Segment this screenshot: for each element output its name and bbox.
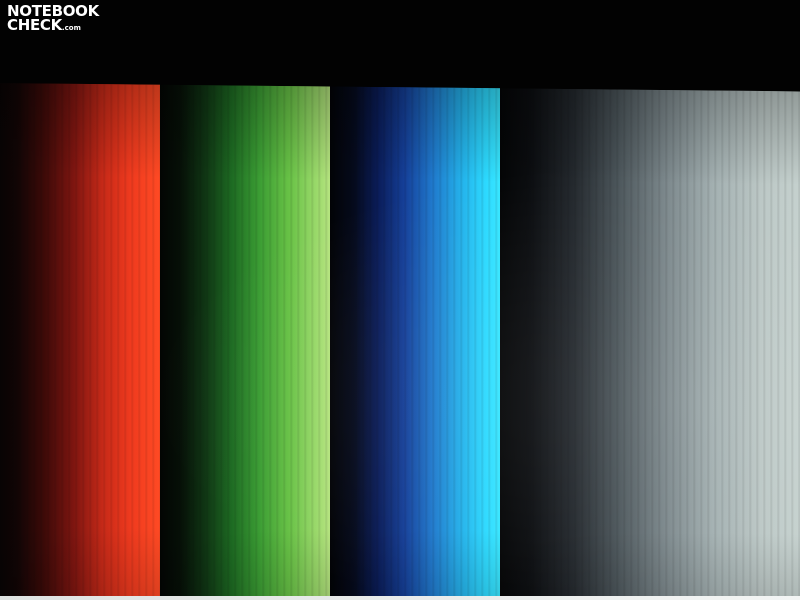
vignette-overlay <box>0 83 160 600</box>
watermark-line2-text: CHECK <box>7 16 62 34</box>
vignette-overlay <box>330 86 500 600</box>
monitor-photo: NOTEBOOK CHECK.com <box>0 0 800 600</box>
gray-gradient-bar <box>500 88 800 600</box>
notebookcheck-watermark: NOTEBOOK CHECK.com <box>7 4 99 35</box>
red-gradient-bar <box>0 83 160 600</box>
watermark-line2: CHECK.com <box>7 18 99 35</box>
bottom-bezel-edge <box>0 596 800 600</box>
blue-gradient-bar <box>330 86 500 600</box>
vignette-overlay <box>160 84 330 600</box>
vignette-overlay <box>500 88 800 600</box>
watermark-suffix: .com <box>61 24 81 32</box>
green-gradient-bar <box>160 84 330 600</box>
display-screen <box>0 83 800 600</box>
